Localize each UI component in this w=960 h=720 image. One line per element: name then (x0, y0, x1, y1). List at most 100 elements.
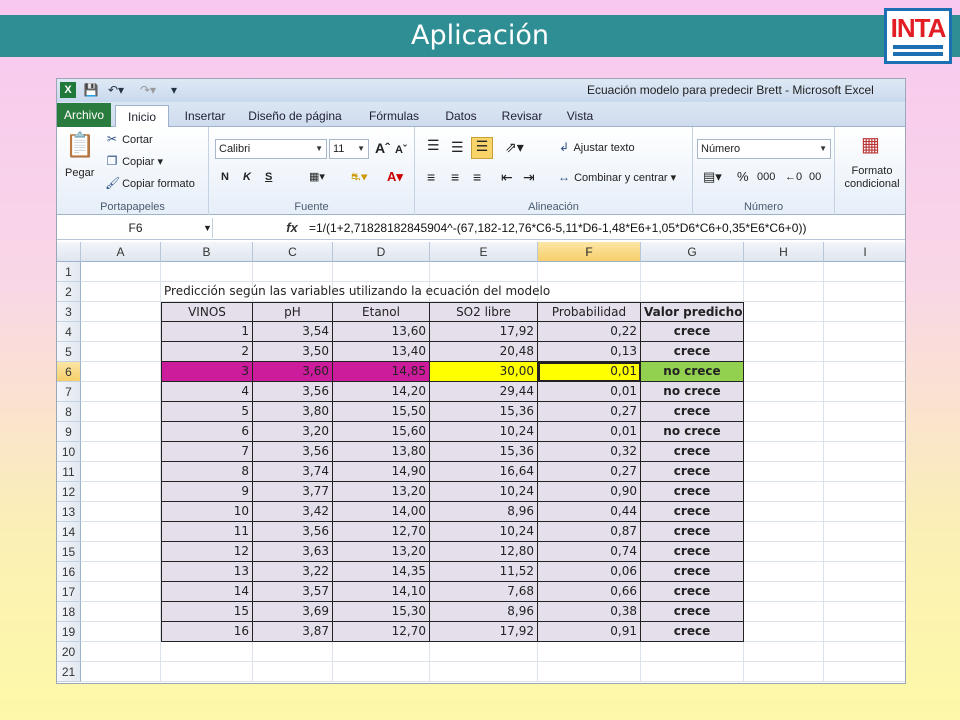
cell[interactable] (641, 662, 744, 682)
align-bottom-icon[interactable]: ☰ (471, 137, 493, 159)
table-cell[interactable]: 16,64 (430, 462, 538, 482)
cell[interactable] (824, 462, 905, 482)
column-header-a[interactable]: A (81, 242, 161, 262)
column-header-c[interactable]: C (253, 242, 333, 262)
table-cell[interactable]: 13,20 (333, 542, 430, 562)
underline-button[interactable]: S (265, 169, 272, 185)
font-size-select[interactable]: 11 ▼ (329, 139, 369, 159)
table-cell[interactable]: 12,70 (333, 522, 430, 542)
table-cell[interactable]: 13,60 (333, 322, 430, 342)
align-right-icon[interactable]: ≡ (473, 169, 481, 185)
row-header-6[interactable]: 6 (57, 362, 81, 382)
table-cell[interactable]: 8,96 (430, 602, 538, 622)
row-header-7[interactable]: 7 (57, 382, 81, 402)
fill-color-icon[interactable]: ⛐▾ (351, 169, 368, 185)
cell[interactable] (538, 262, 641, 282)
tab-datos[interactable]: Datos (437, 105, 485, 127)
table-cell[interactable]: 7,68 (430, 582, 538, 602)
table-cell[interactable]: 17,92 (430, 322, 538, 342)
bold-button[interactable]: N (221, 169, 229, 185)
cell[interactable] (430, 662, 538, 682)
cell[interactable] (824, 502, 905, 522)
cell[interactable] (744, 362, 824, 382)
cell[interactable] (744, 422, 824, 442)
cell[interactable] (81, 262, 161, 282)
table-cell[interactable]: 14,10 (333, 582, 430, 602)
name-box[interactable]: F6 (59, 218, 213, 238)
table-cell[interactable]: crece (641, 522, 744, 542)
cell[interactable] (824, 342, 905, 362)
table-cell[interactable]: 0,01 (538, 422, 641, 442)
table-cell[interactable]: 3,22 (253, 562, 333, 582)
table-cell[interactable]: crece (641, 322, 744, 342)
tab-insertar[interactable]: Insertar (175, 105, 235, 127)
cell[interactable] (641, 282, 744, 302)
table-cell[interactable]: no crece (641, 382, 744, 402)
table-cell[interactable]: crece (641, 542, 744, 562)
cell[interactable] (824, 262, 905, 282)
column-header-h[interactable]: H (744, 242, 824, 262)
cell[interactable] (81, 282, 161, 302)
table-cell[interactable]: 11,52 (430, 562, 538, 582)
cell[interactable] (824, 282, 905, 302)
table-cell[interactable]: 12,80 (430, 542, 538, 562)
table-cell[interactable]: 14 (161, 582, 253, 602)
table-cell[interactable]: 15,30 (333, 602, 430, 622)
customize-toolbar-icon[interactable]: ▾ (167, 82, 181, 99)
number-format-select[interactable]: Número ▼ (697, 139, 831, 159)
row-header-5[interactable]: 5 (57, 342, 81, 362)
conditional-format-button[interactable]: Formato condicional (839, 165, 905, 191)
table-cell[interactable]: 0,01 (538, 382, 641, 402)
tab-revisar[interactable]: Revisar (493, 105, 551, 127)
table-cell[interactable]: 10 (161, 502, 253, 522)
table-cell[interactable]: crece (641, 582, 744, 602)
borders-icon[interactable]: ▦▾ (309, 169, 325, 185)
cell[interactable] (81, 542, 161, 562)
cell[interactable] (824, 662, 905, 682)
cell[interactable] (824, 542, 905, 562)
table-cell[interactable]: 0,38 (538, 602, 641, 622)
cell[interactable] (430, 642, 538, 662)
table-cell[interactable]: 12,70 (333, 622, 430, 642)
decrease-indent-icon[interactable]: ⇤ (501, 169, 513, 185)
table-cell[interactable]: 0,91 (538, 622, 641, 642)
cell[interactable] (824, 642, 905, 662)
column-header-b[interactable]: B (161, 242, 253, 262)
table-cell[interactable]: 3,56 (253, 382, 333, 402)
row-header-16[interactable]: 16 (57, 562, 81, 582)
save-icon[interactable]: 💾 (83, 82, 99, 99)
cell[interactable] (824, 602, 905, 622)
table-cell[interactable]: 14,85 (333, 362, 430, 382)
cell[interactable] (824, 382, 905, 402)
table-cell[interactable]: 10,24 (430, 482, 538, 502)
align-middle-icon[interactable]: ☰ (451, 139, 464, 155)
table-cell[interactable]: 13,80 (333, 442, 430, 462)
table-cell[interactable]: 3,57 (253, 582, 333, 602)
cell[interactable] (824, 562, 905, 582)
cell[interactable] (744, 662, 824, 682)
table-cell[interactable]: 15,50 (333, 402, 430, 422)
cell[interactable] (81, 402, 161, 422)
cell[interactable] (81, 362, 161, 382)
row-header-17[interactable]: 17 (57, 582, 81, 602)
row-header-11[interactable]: 11 (57, 462, 81, 482)
cell[interactable] (81, 582, 161, 602)
cell[interactable] (744, 582, 824, 602)
cell[interactable] (744, 302, 824, 322)
row-header-4[interactable]: 4 (57, 322, 81, 342)
cell[interactable] (744, 262, 824, 282)
table-cell[interactable]: 15 (161, 602, 253, 622)
cell[interactable] (824, 482, 905, 502)
select-all-corner[interactable] (57, 242, 81, 262)
row-header-19[interactable]: 19 (57, 622, 81, 642)
cell[interactable] (81, 342, 161, 362)
font-color-icon[interactable]: A▾ (387, 169, 403, 185)
cell[interactable] (744, 562, 824, 582)
table-cell[interactable]: crece (641, 442, 744, 462)
column-header-d[interactable]: D (333, 242, 430, 262)
row-header-13[interactable]: 13 (57, 502, 81, 522)
table-cell[interactable]: 20,48 (430, 342, 538, 362)
cell[interactable] (744, 382, 824, 402)
formula-input[interactable]: =1/(1+2,71828182845904^-(67,182-12,76*C6… (309, 218, 806, 238)
cell[interactable] (824, 622, 905, 642)
